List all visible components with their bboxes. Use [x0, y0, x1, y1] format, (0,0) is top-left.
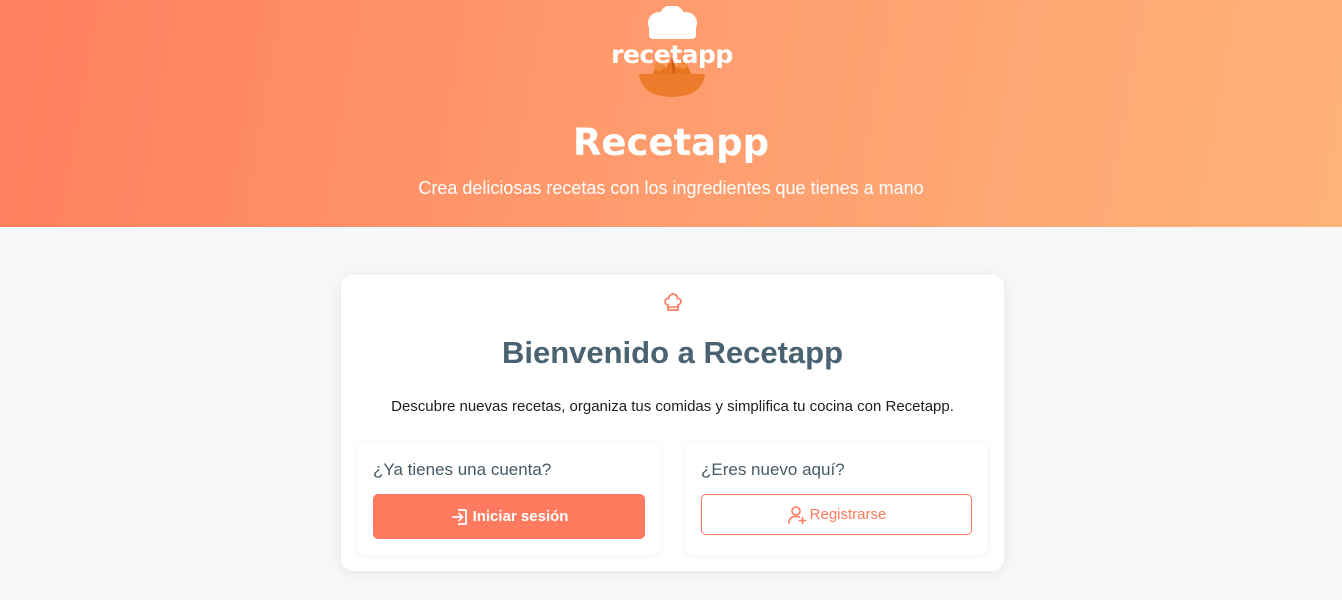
page-title: Recetapp [572, 121, 770, 164]
tagline: Crea deliciosas recetas con los ingredie… [418, 178, 924, 198]
sign-in-icon [450, 507, 470, 527]
hero-banner: recetapp Recetapp Crea deliciosas receta… [0, 0, 1342, 227]
login-prompt: ¿Ya tienes una cuenta? [373, 460, 552, 479]
welcome-title: Bienvenido a Recetapp [501, 335, 844, 370]
register-button-label: Registrarse [809, 506, 887, 523]
register-section: ¿Eres nuevo aquí? Registrarse [685, 442, 988, 555]
register-button[interactable]: Registrarse [701, 494, 972, 535]
user-plus-icon [787, 505, 807, 525]
recetapp-logo: recetapp [611, 5, 733, 100]
register-prompt: ¿Eres nuevo aquí? [701, 460, 845, 479]
welcome-description: Descubre nuevas recetas, organiza tus co… [391, 398, 954, 415]
login-button-label: Iniciar sesión [472, 508, 569, 525]
login-section: ¿Ya tienes una cuenta? Iniciar sesión [357, 442, 661, 555]
chef-hat-icon [662, 292, 684, 314]
login-button[interactable]: Iniciar sesión [373, 494, 645, 539]
logo-text: recetapp [611, 40, 733, 69]
welcome-card: Bienvenido a Recetapp Descubre nuevas re… [341, 275, 1004, 571]
